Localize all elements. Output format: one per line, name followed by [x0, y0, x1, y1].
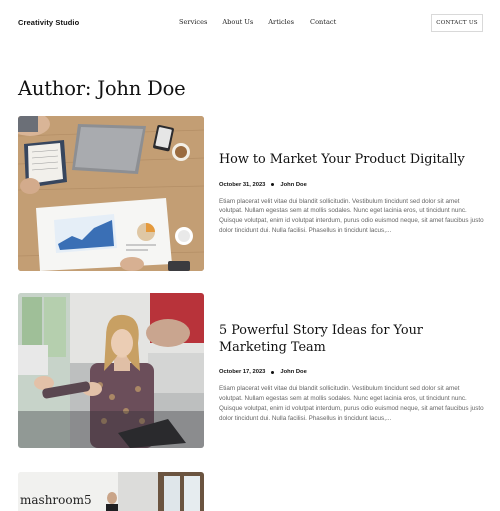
post-body: How to Market Your Product Digitally Oct… — [219, 152, 484, 236]
post-body: 5 Powerful Story Ideas for Your Marketin… — [219, 323, 484, 424]
site-logo[interactable]: Creativity Studio — [18, 18, 79, 27]
desk-workspace-image — [18, 116, 204, 271]
nav-about-us[interactable]: About Us — [222, 18, 253, 26]
post-author[interactable]: John Doe — [280, 182, 306, 188]
post-date: October 17, 2023 — [219, 369, 266, 375]
separator-dot — [271, 183, 275, 186]
post-author[interactable]: John Doe — [280, 369, 306, 375]
post-excerpt: Etiam placerat velit vitae dui blandit s… — [219, 197, 484, 235]
page-title: Author: John Doe — [18, 77, 186, 100]
nav-services[interactable]: Services — [179, 18, 207, 26]
site-header: Creativity Studio Services About Us Arti… — [0, 0, 500, 48]
meeting-woman-image — [18, 293, 204, 448]
post-meta: October 31, 2023 John Doe — [219, 182, 484, 188]
post-thumbnail[interactable] — [18, 116, 204, 271]
post-thumbnail[interactable] — [18, 293, 204, 448]
office-sign-image: mashroom5 — [18, 472, 204, 511]
nav-articles[interactable]: Articles — [268, 18, 294, 26]
post-title[interactable]: 5 Powerful Story Ideas for Your Marketin… — [219, 323, 484, 356]
post-date: October 31, 2023 — [219, 181, 266, 188]
contact-us-button[interactable]: CONTACT US — [431, 14, 483, 32]
separator-dot — [271, 370, 275, 374]
post-title[interactable]: How to Market Your Product Digitally — [219, 152, 484, 169]
nav-contact[interactable]: Contact — [310, 18, 336, 26]
sign-text: mashroom5 — [20, 493, 92, 507]
main-nav: Services About Us Articles Contact — [179, 18, 336, 26]
post-meta: October 17, 2023 John Doe — [219, 369, 484, 375]
post-thumbnail[interactable]: mashroom5 — [18, 472, 204, 511]
post-excerpt: Etiam placerat velit vitae dui blandit s… — [219, 385, 484, 422]
